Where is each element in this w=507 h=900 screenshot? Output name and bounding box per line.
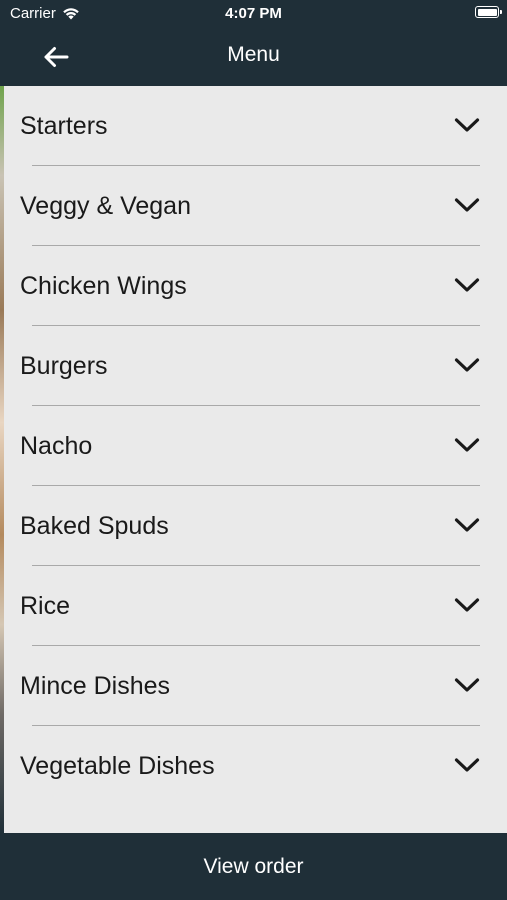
menu-category-chicken-wings[interactable]: Chicken Wings <box>4 246 507 326</box>
chevron-down-icon[interactable] <box>454 515 480 535</box>
page-title: Menu <box>227 43 280 66</box>
status-time: 4:07 PM <box>225 5 282 22</box>
menu-category-label: Nacho <box>20 432 93 460</box>
chevron-down-icon[interactable] <box>454 755 480 775</box>
menu-category-mince-dishes[interactable]: Mince Dishes <box>4 646 507 726</box>
menu-category-label: Vegetable Dishes <box>20 752 215 780</box>
menu-category-starters[interactable]: Starters <box>4 86 507 166</box>
menu-category-label: Mince Dishes <box>20 672 171 700</box>
chevron-down-icon[interactable] <box>454 595 480 615</box>
menu-category-label: Rice <box>20 592 71 620</box>
status-bar: Carrier 4:07 PM <box>0 0 507 28</box>
chevron-down-icon[interactable] <box>454 435 480 455</box>
navigation-bar: Menu <box>0 28 507 86</box>
menu-category-vegetable-dishes[interactable]: Vegetable Dishes <box>4 726 507 806</box>
view-order-label: View order <box>203 854 304 878</box>
view-order-button[interactable]: View order <box>0 833 507 900</box>
menu-category-label: Chicken Wings <box>20 272 187 300</box>
chevron-down-icon[interactable] <box>454 355 480 375</box>
menu-category-nacho[interactable]: Nacho <box>4 406 507 486</box>
chevron-down-icon[interactable] <box>454 675 480 695</box>
menu-category-rice[interactable]: Rice <box>4 566 507 646</box>
menu-category-label: Veggy & Vegan <box>20 192 191 220</box>
chevron-down-icon[interactable] <box>454 115 480 135</box>
menu-category-label: Burgers <box>20 352 108 380</box>
menu-category-label: Baked Spuds <box>20 512 169 540</box>
menu-category-label: Starters <box>20 112 108 140</box>
menu-category-baked-spuds[interactable]: Baked Spuds <box>4 486 507 566</box>
chevron-down-icon[interactable] <box>454 275 480 295</box>
menu-category-burgers[interactable]: Burgers <box>4 326 507 406</box>
chevron-down-icon[interactable] <box>454 195 480 215</box>
menu-category-veggy-vegan[interactable]: Veggy & Vegan <box>4 166 507 246</box>
menu-category-list: Starters Veggy & Vegan Chicken Wings Bur… <box>4 86 507 833</box>
battery-icon <box>475 6 502 18</box>
